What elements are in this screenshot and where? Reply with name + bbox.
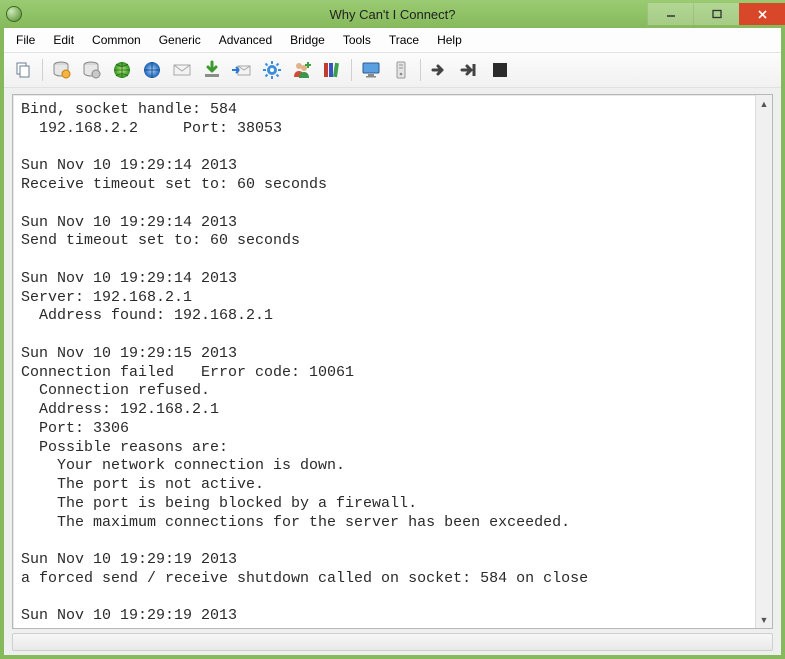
log-output[interactable]: Bind, socket handle: 584 192.168.2.2 Por… xyxy=(13,95,755,628)
menu-common[interactable]: Common xyxy=(84,30,149,50)
menu-edit[interactable]: Edit xyxy=(45,30,82,50)
db-grey-button[interactable] xyxy=(79,57,105,83)
send-mail-button[interactable] xyxy=(229,57,255,83)
log-panel: Bind, socket handle: 584 192.168.2.2 Por… xyxy=(12,94,773,629)
globe-blue-icon xyxy=(142,60,162,80)
mail-button[interactable] xyxy=(169,57,195,83)
db-green-icon xyxy=(52,60,72,80)
send-mail-icon xyxy=(232,60,252,80)
menu-bridge[interactable]: Bridge xyxy=(282,30,333,50)
scroll-up-icon[interactable]: ▲ xyxy=(756,95,772,112)
globe-green-icon xyxy=(112,60,132,80)
toolbar-separator xyxy=(42,59,43,81)
stop-icon xyxy=(491,61,509,79)
minimize-button[interactable] xyxy=(647,3,693,25)
monitor-icon xyxy=(361,60,381,80)
vertical-scrollbar[interactable]: ▲ ▼ xyxy=(755,95,772,628)
close-icon xyxy=(757,9,768,20)
toolbar-separator xyxy=(420,59,421,81)
menu-file[interactable]: File xyxy=(8,30,43,50)
download-icon xyxy=(202,60,222,80)
server-tower-button[interactable] xyxy=(388,57,414,83)
db-green-button[interactable] xyxy=(49,57,75,83)
toolbar-separator xyxy=(351,59,352,81)
server-tower-icon xyxy=(391,60,411,80)
user-add-icon xyxy=(292,60,312,80)
download-button[interactable] xyxy=(199,57,225,83)
scroll-down-icon[interactable]: ▼ xyxy=(756,611,772,628)
arrow-right-bar-button[interactable] xyxy=(457,57,483,83)
maximize-button[interactable] xyxy=(693,3,739,25)
menu-tools[interactable]: Tools xyxy=(335,30,379,50)
globe-blue-button[interactable] xyxy=(139,57,165,83)
arrow-right-bar-icon xyxy=(460,60,480,80)
menubar: File Edit Common Generic Advanced Bridge… xyxy=(4,28,781,53)
window-buttons xyxy=(647,3,785,25)
arrow-right-icon xyxy=(430,60,450,80)
globe-green-button[interactable] xyxy=(109,57,135,83)
gear-icon xyxy=(262,60,282,80)
menu-help[interactable]: Help xyxy=(429,30,470,50)
books-button[interactable] xyxy=(319,57,345,83)
status-bar xyxy=(12,633,773,651)
app-icon xyxy=(6,6,22,22)
toolbar xyxy=(4,53,781,88)
close-button[interactable] xyxy=(739,3,785,25)
copy-icon xyxy=(14,61,32,79)
user-add-button[interactable] xyxy=(289,57,315,83)
stop-button[interactable] xyxy=(487,57,513,83)
copy-button[interactable] xyxy=(10,57,36,83)
gear-button[interactable] xyxy=(259,57,285,83)
menu-advanced[interactable]: Advanced xyxy=(211,30,280,50)
window-border-bottom xyxy=(0,655,785,659)
maximize-icon xyxy=(712,9,722,19)
client-area: Bind, socket handle: 584 192.168.2.2 Por… xyxy=(4,88,781,655)
arrow-right-button[interactable] xyxy=(427,57,453,83)
books-icon xyxy=(322,60,342,80)
minimize-icon xyxy=(666,9,676,19)
menu-trace[interactable]: Trace xyxy=(381,30,427,50)
monitor-button[interactable] xyxy=(358,57,384,83)
mail-icon xyxy=(172,60,192,80)
db-grey-icon xyxy=(82,60,102,80)
titlebar: Why Can't I Connect? xyxy=(0,0,785,28)
menu-generic[interactable]: Generic xyxy=(151,30,209,50)
